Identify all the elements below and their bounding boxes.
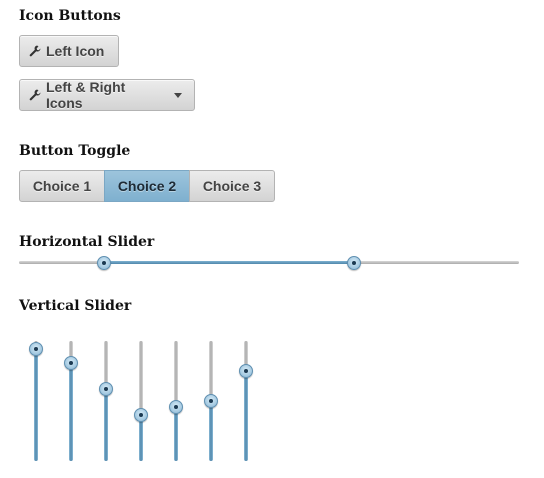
toggle-choice-1[interactable]: Choice 1 bbox=[19, 170, 105, 202]
vertical-slider-fill bbox=[174, 407, 178, 461]
horizontal-slider-range bbox=[104, 261, 354, 264]
vertical-slider-handle[interactable] bbox=[29, 342, 43, 357]
vertical-slider-handle[interactable] bbox=[134, 408, 148, 423]
vertical-slider-fill bbox=[69, 362, 73, 461]
vertical-slider-4[interactable] bbox=[134, 341, 148, 461]
vertical-slider-fill bbox=[209, 401, 213, 461]
icon-buttons-heading: Icon Buttons bbox=[19, 8, 121, 24]
vertical-slider-fill bbox=[139, 415, 143, 461]
vertical-slider-5[interactable] bbox=[169, 341, 183, 461]
vertical-slider-6[interactable] bbox=[204, 341, 218, 461]
vertical-slider-heading: Vertical Slider bbox=[19, 298, 132, 314]
button-toggle-heading: Button Toggle bbox=[19, 143, 131, 159]
horizontal-slider-low-handle[interactable] bbox=[97, 255, 111, 270]
left-right-icons-label: Left & Right Icons bbox=[46, 79, 126, 111]
caret-down-icon bbox=[174, 92, 182, 98]
toggle-choice-3[interactable]: Choice 3 bbox=[189, 170, 275, 202]
horizontal-slider-high-handle[interactable] bbox=[347, 255, 361, 270]
vertical-slider-fill bbox=[244, 371, 248, 461]
vertical-slider-handle[interactable] bbox=[239, 364, 253, 378]
horizontal-slider-heading: Horizontal Slider bbox=[19, 234, 155, 250]
wrench-icon bbox=[28, 44, 42, 58]
left-icon-label: Left Icon bbox=[46, 43, 105, 59]
toggle-choice-2[interactable]: Choice 2 bbox=[104, 170, 190, 202]
button-toggle-group: Choice 1 Choice 2 Choice 3 bbox=[19, 170, 275, 202]
vertical-slider-2[interactable] bbox=[64, 341, 78, 461]
vertical-slider-1[interactable] bbox=[29, 341, 43, 461]
vertical-slider-handle[interactable] bbox=[204, 394, 218, 408]
vertical-slider-handle[interactable] bbox=[99, 382, 113, 396]
vertical-slider-3[interactable] bbox=[99, 341, 113, 461]
left-right-icons-button[interactable]: Left & Right Icons bbox=[19, 79, 195, 111]
wrench-icon bbox=[28, 88, 42, 102]
left-icon-button[interactable]: Left Icon bbox=[19, 35, 119, 67]
vertical-slider-handle[interactable] bbox=[64, 355, 78, 370]
horizontal-slider-track[interactable] bbox=[19, 255, 519, 270]
vertical-slider-7[interactable] bbox=[239, 341, 253, 461]
vertical-slider-fill bbox=[34, 349, 38, 461]
vertical-slider-fill bbox=[104, 389, 108, 461]
vertical-slider-handle[interactable] bbox=[169, 400, 183, 414]
